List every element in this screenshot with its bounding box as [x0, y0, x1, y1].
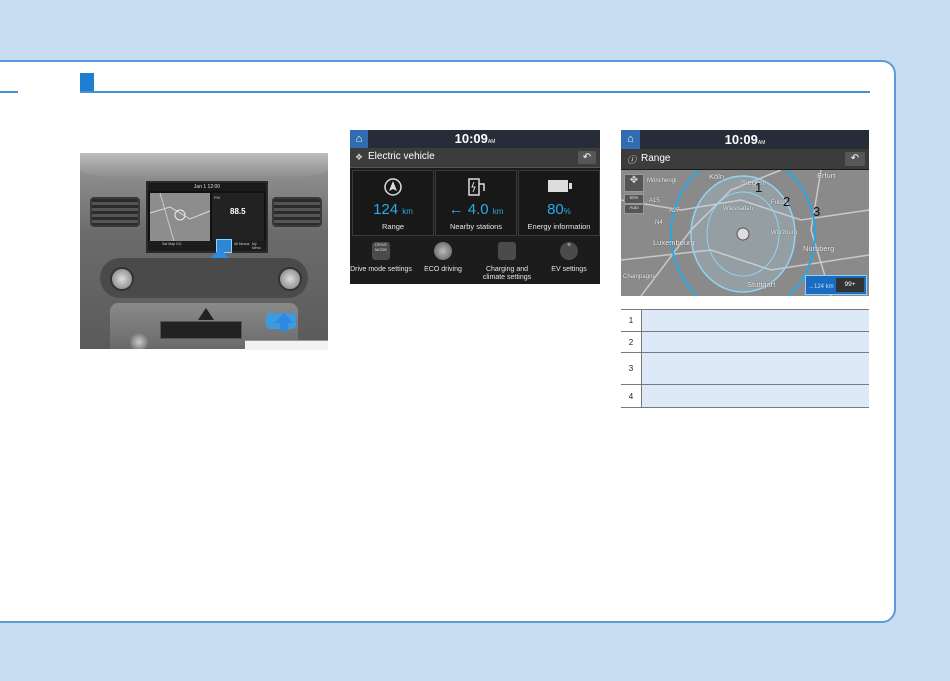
photo-caption-box: [245, 340, 328, 350]
map-city-label: Wiesbaden: [723, 206, 754, 212]
ev-screen: ⌂ 10:09AM ❖ Electric vehicle ↶ 124 km Ra…: [350, 130, 600, 284]
right-knob[interactable]: [278, 267, 302, 291]
legend-text: [641, 309, 869, 332]
map-city-label: Mönchengl.: [647, 178, 679, 184]
left-rule: [0, 91, 18, 93]
charging-climate-button[interactable]: Charging and climate settings: [476, 238, 538, 284]
eco-driving-icon: [434, 242, 452, 260]
legend-row: 4: [621, 384, 869, 408]
clock: 10:09AM: [724, 132, 766, 147]
charging-climate-icon: [498, 242, 516, 260]
head-unit-clock: Jan 1 12:00: [148, 183, 266, 191]
screen-title: Electric vehicle: [368, 151, 435, 162]
eco-driving-button[interactable]: ECO driving: [412, 238, 474, 284]
info-icon[interactable]: ⓘ: [627, 153, 636, 166]
head-unit-radio-panel: [212, 193, 264, 241]
scale-button[interactable]: 50m: [624, 194, 644, 204]
head-unit-screen: Jan 1 12:00 FM 88.5 Sat Map GO All Menus…: [146, 181, 268, 253]
section-marker: [80, 73, 94, 92]
clock: 10:09AM: [454, 131, 496, 146]
legend-row: 2: [621, 331, 869, 353]
ev-leaf-icon: ❖: [355, 152, 364, 162]
range-value: 124 km: [373, 201, 413, 218]
compass-arrow-icon: [384, 178, 402, 196]
arrow-stem: [280, 323, 288, 331]
marker-2: 2: [783, 194, 791, 209]
map-city-label: Würzburg: [771, 230, 798, 236]
back-arrow-icon[interactable]: ↶: [578, 151, 596, 164]
marker-1: 1: [755, 180, 763, 195]
section-rule: [80, 91, 870, 93]
range-tile[interactable]: 124 km Range: [352, 170, 434, 236]
road-label: A27: [669, 208, 680, 214]
range-label: Range: [381, 222, 405, 231]
back-arrow-icon[interactable]: ↶: [845, 152, 865, 166]
head-unit-frequency: 88.5: [230, 207, 246, 216]
left-knob[interactable]: [110, 267, 134, 291]
drive-mode-label: Drive mode settings: [350, 266, 412, 273]
compass-icon[interactable]: ✥: [624, 174, 644, 192]
head-unit-tab: All Menus: [234, 242, 250, 246]
dashboard-photo: Jan 1 12:00 FM 88.5 Sat Map GO All Menus…: [80, 153, 328, 349]
road-label: N4: [655, 220, 663, 226]
up-arrow-icon: [211, 248, 229, 258]
marker-3: 3: [813, 204, 821, 219]
map-city-label: Erfurt: [817, 171, 836, 180]
drive-mode-settings-button[interactable]: DRIVE MODE Drive mode settings: [350, 238, 412, 284]
legend-text: [641, 352, 869, 385]
nearby-stations-tile[interactable]: ← 4.0 km Nearby stations: [435, 170, 517, 236]
up-arrow-icon: [275, 313, 293, 323]
road-label: A15: [649, 198, 660, 204]
legend-row: 3: [621, 352, 869, 385]
range-screen: ⌂ 10:09AM ⓘ Range ↶ Köln Siegen Erfurt L…: [621, 130, 869, 296]
energy-information-tile[interactable]: 80% Energy information: [518, 170, 600, 236]
head-unit-band: FM: [214, 195, 220, 200]
legend-text: [641, 384, 869, 408]
auto-zoom-button[interactable]: Auto: [624, 204, 644, 214]
left-vent: [90, 197, 140, 227]
drive-mode-icon: DRIVE MODE: [372, 242, 390, 260]
nearby-stations-value: ← 4.0 km: [448, 201, 504, 218]
gear-icon: ⚙: [560, 242, 578, 260]
head-unit-tab: My Menu: [252, 242, 261, 250]
right-vent: [272, 197, 322, 227]
head-unit-map: [150, 193, 210, 241]
legend-row: 1: [621, 309, 869, 332]
legend-number: 1: [621, 309, 642, 332]
ev-settings-label: EV settings: [551, 266, 587, 273]
range-chip-value: →124 km: [808, 284, 834, 290]
map-city-label: Luxembourg: [653, 238, 695, 247]
map-city-label: Stuttgart: [747, 280, 776, 289]
battery-icon: [548, 180, 572, 192]
cd-slot: [160, 321, 242, 339]
map-city-label: Champagne: [623, 274, 656, 280]
charging-poi-count[interactable]: 99+: [836, 278, 864, 292]
legend-number: 3: [621, 352, 642, 385]
map-city-label: Nürnberg: [803, 244, 835, 253]
legend-number: 4: [621, 384, 642, 408]
charging-climate-label: Charging and climate settings: [482, 266, 532, 281]
screen-title: Range: [641, 153, 671, 164]
volume-knob[interactable]: [130, 333, 148, 349]
energy-label: Energy information: [527, 222, 591, 231]
legend-table: 1 2 3 4: [621, 309, 869, 408]
dashboard-top: [80, 153, 328, 179]
eco-driving-label: ECO driving: [424, 266, 462, 273]
energy-value: 80%: [547, 201, 571, 218]
head-unit-tab: Sat Map GO: [162, 242, 182, 246]
map-city-label: Köln: [709, 172, 725, 181]
hazard-icon[interactable]: [198, 308, 214, 320]
nearby-stations-label: Nearby stations: [449, 222, 503, 231]
charging-station-icon: [468, 178, 485, 196]
legend-number: 2: [621, 331, 642, 353]
legend-text: [641, 331, 869, 353]
ev-settings-button[interactable]: ⚙ EV settings: [538, 238, 600, 284]
